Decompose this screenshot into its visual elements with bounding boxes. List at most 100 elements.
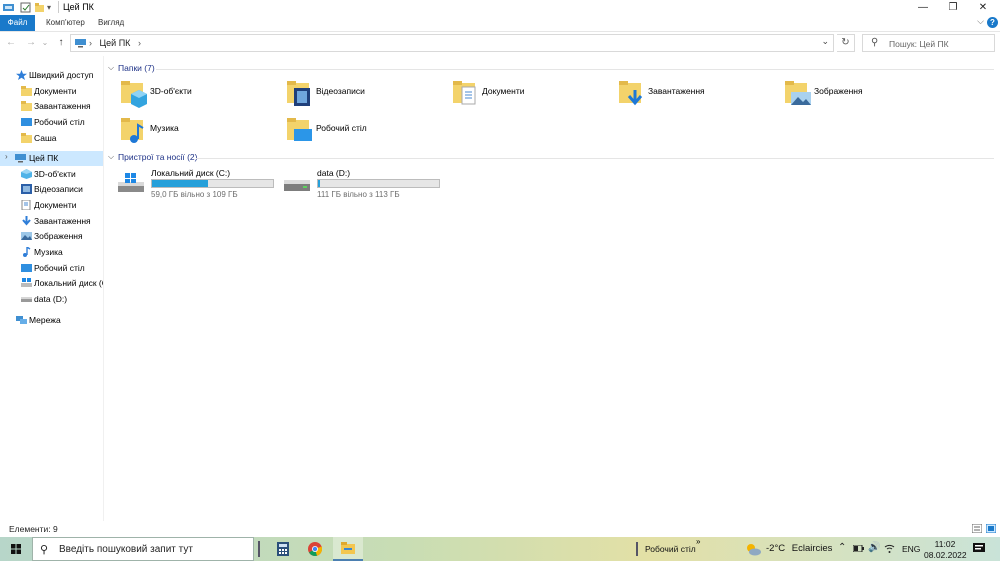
maximize-button[interactable]: ❐ xyxy=(938,0,968,15)
chevron-down-icon[interactable]: ⌵ xyxy=(108,63,114,73)
input-language[interactable]: ENG xyxy=(902,544,920,554)
chevron-down-icon[interactable]: ⌵ xyxy=(108,152,114,162)
forward-button[interactable]: → xyxy=(24,37,38,49)
network-icon xyxy=(16,316,27,324)
taskbar-app-file-explorer[interactable] xyxy=(333,537,363,561)
sidebar-item-downloads-pinned[interactable]: Завантаження xyxy=(0,99,103,114)
folder-icon xyxy=(21,101,32,111)
drive-c-usage-fill xyxy=(152,180,208,187)
help-icon[interactable]: ? xyxy=(987,17,998,28)
desktop-icon xyxy=(21,118,32,126)
folder-pictures[interactable]: Зображення xyxy=(784,78,949,110)
folder-icon xyxy=(21,133,32,143)
address-separator-end[interactable]: › xyxy=(138,38,141,48)
navigation-pane: Швидкий доступ Документи Завантаження Ро… xyxy=(0,56,103,521)
pictures-icon xyxy=(21,232,32,240)
start-button[interactable] xyxy=(0,537,32,561)
toolbar-expand-icon[interactable]: » xyxy=(696,537,700,546)
wifi-icon[interactable] xyxy=(884,543,895,554)
up-button[interactable]: ↑ xyxy=(54,37,68,49)
tab-view[interactable]: Вигляд xyxy=(92,15,130,31)
desktop-toolbar-label[interactable]: Робочий стіл xyxy=(645,544,696,554)
sidebar-item-desktop-pinned[interactable]: Робочий стіл xyxy=(0,115,103,130)
properties-icon[interactable] xyxy=(20,2,31,13)
downloads-folder-icon xyxy=(619,81,643,106)
explorer-app-icon[interactable] xyxy=(3,2,14,13)
sidebar-item-downloads[interactable]: Завантаження xyxy=(0,214,103,229)
sidebar-item-quick-access[interactable]: Швидкий доступ xyxy=(0,68,103,83)
clock-time[interactable]: 11:02 xyxy=(931,539,959,549)
folder-icon xyxy=(21,86,32,96)
downloads-icon xyxy=(22,216,31,226)
drive-c-free-space: 59,0 ГБ вільно з 109 ГБ xyxy=(151,190,238,199)
weather-temperature: -2°C xyxy=(766,543,786,554)
search-input[interactable]: ⚲ Пошук: Цей ПК xyxy=(862,34,995,52)
tab-file[interactable]: Файл xyxy=(0,15,35,31)
volume-icon[interactable]: 🔊 xyxy=(868,542,880,553)
calculator-icon xyxy=(277,542,289,556)
sidebar-item-this-pc[interactable]: › Цей ПК xyxy=(0,151,103,166)
window-title: Цей ПК xyxy=(63,2,94,12)
refresh-button[interactable]: ↻ xyxy=(837,34,855,52)
search-icon: ⚲ xyxy=(40,544,49,556)
title-bar: ▾ Цей ПК — ❐ ✕ xyxy=(0,0,1000,15)
drive-c-usage-bar xyxy=(151,179,274,188)
sidebar-item-pictures[interactable]: Зображення xyxy=(0,229,103,244)
folder-videos[interactable]: Відеозаписи xyxy=(286,78,451,110)
battery-icon[interactable] xyxy=(853,545,864,552)
sidebar-item-sasha[interactable]: Саша xyxy=(0,131,103,146)
folder-downloads[interactable]: Завантаження xyxy=(618,78,783,110)
drive-d[interactable]: data (D:) 111 ГБ вільно з 113 ГБ xyxy=(283,168,448,200)
taskbar-search-placeholder: Введіть пошуковий запит тут xyxy=(59,544,193,555)
expand-ribbon-icon[interactable]: ⌵ xyxy=(977,16,984,27)
music-icon xyxy=(23,247,31,257)
drive-c-label: Локальний диск (C:) xyxy=(151,168,231,178)
folder-music[interactable]: Музика xyxy=(120,115,285,147)
back-button[interactable]: ← xyxy=(4,37,18,49)
taskbar-app-chrome[interactable] xyxy=(300,537,330,561)
clock-date[interactable]: 08.02.2022 xyxy=(924,550,967,560)
show-hidden-icons-icon[interactable]: ⌃ xyxy=(838,542,846,553)
details-view-icon[interactable] xyxy=(972,524,982,533)
music-folder-icon xyxy=(121,118,144,143)
folder-desktop[interactable]: Робочий стіл xyxy=(286,115,451,147)
sidebar-item-documents-pinned[interactable]: Документи xyxy=(0,84,103,99)
close-button[interactable]: ✕ xyxy=(968,0,998,15)
customize-quick-access-icon[interactable]: ▾ xyxy=(47,2,58,13)
sidebar-item-data-d[interactable]: data (D:) xyxy=(0,292,103,307)
toolbar-divider xyxy=(636,542,638,556)
windows-drive-icon xyxy=(21,278,32,287)
chevron-right-icon[interactable]: › xyxy=(5,152,8,161)
weather-icon[interactable] xyxy=(745,542,761,556)
recent-locations-button[interactable]: ⌄ xyxy=(38,37,52,49)
sidebar-item-local-disk-c[interactable]: Локальний диск (C xyxy=(0,276,103,291)
address-dropdown-icon[interactable]: ⌄ xyxy=(821,36,829,47)
large-icons-view-icon[interactable] xyxy=(986,524,996,533)
sidebar-item-network[interactable]: Мережа xyxy=(0,313,103,328)
drive-d-usage-bar xyxy=(317,179,440,188)
drive-d-label: data (D:) xyxy=(317,168,351,178)
group-title-devices: Пристрої та носії (2) xyxy=(118,152,198,162)
new-folder-icon[interactable] xyxy=(34,2,45,13)
address-path[interactable]: Цей ПК xyxy=(100,38,131,48)
file-explorer-icon xyxy=(341,542,355,554)
documents-icon xyxy=(21,200,31,210)
minimize-button[interactable]: — xyxy=(908,0,938,15)
taskbar-app-calculator[interactable] xyxy=(268,537,298,561)
group-divider xyxy=(156,69,994,70)
folder-documents[interactable]: Документи xyxy=(452,78,617,110)
taskbar-search-input[interactable]: ⚲ Введіть пошуковий запит тут xyxy=(32,537,254,561)
taskbar-divider xyxy=(258,541,260,557)
sidebar-item-desktop[interactable]: Робочий стіл xyxy=(0,261,103,276)
sidebar-item-3d-objects[interactable]: 3D-об'єкти xyxy=(0,167,103,182)
address-row: ← → ⌄ ↑ › Цей ПК › ⌄ ↻ ⚲ Пошук: Цей ПК xyxy=(0,32,1000,54)
notification-center-icon[interactable] xyxy=(973,543,985,554)
folder-3d-objects[interactable]: 3D-об'єкти xyxy=(120,78,285,110)
sidebar-item-music[interactable]: Музика xyxy=(0,245,103,260)
sidebar-item-videos[interactable]: Відеозаписи xyxy=(0,182,103,197)
drive-c[interactable]: Локальний диск (C:) 59,0 ГБ вільно з 109… xyxy=(117,168,282,200)
sidebar-item-documents[interactable]: Документи xyxy=(0,198,103,213)
address-bar[interactable]: › Цей ПК › ⌄ xyxy=(70,34,834,52)
tab-computer[interactable]: Комп'ютер xyxy=(40,15,91,31)
content-pane: ⌵ Папки (7) 3D-об'єкти Відеозаписи Докум… xyxy=(104,56,1000,521)
